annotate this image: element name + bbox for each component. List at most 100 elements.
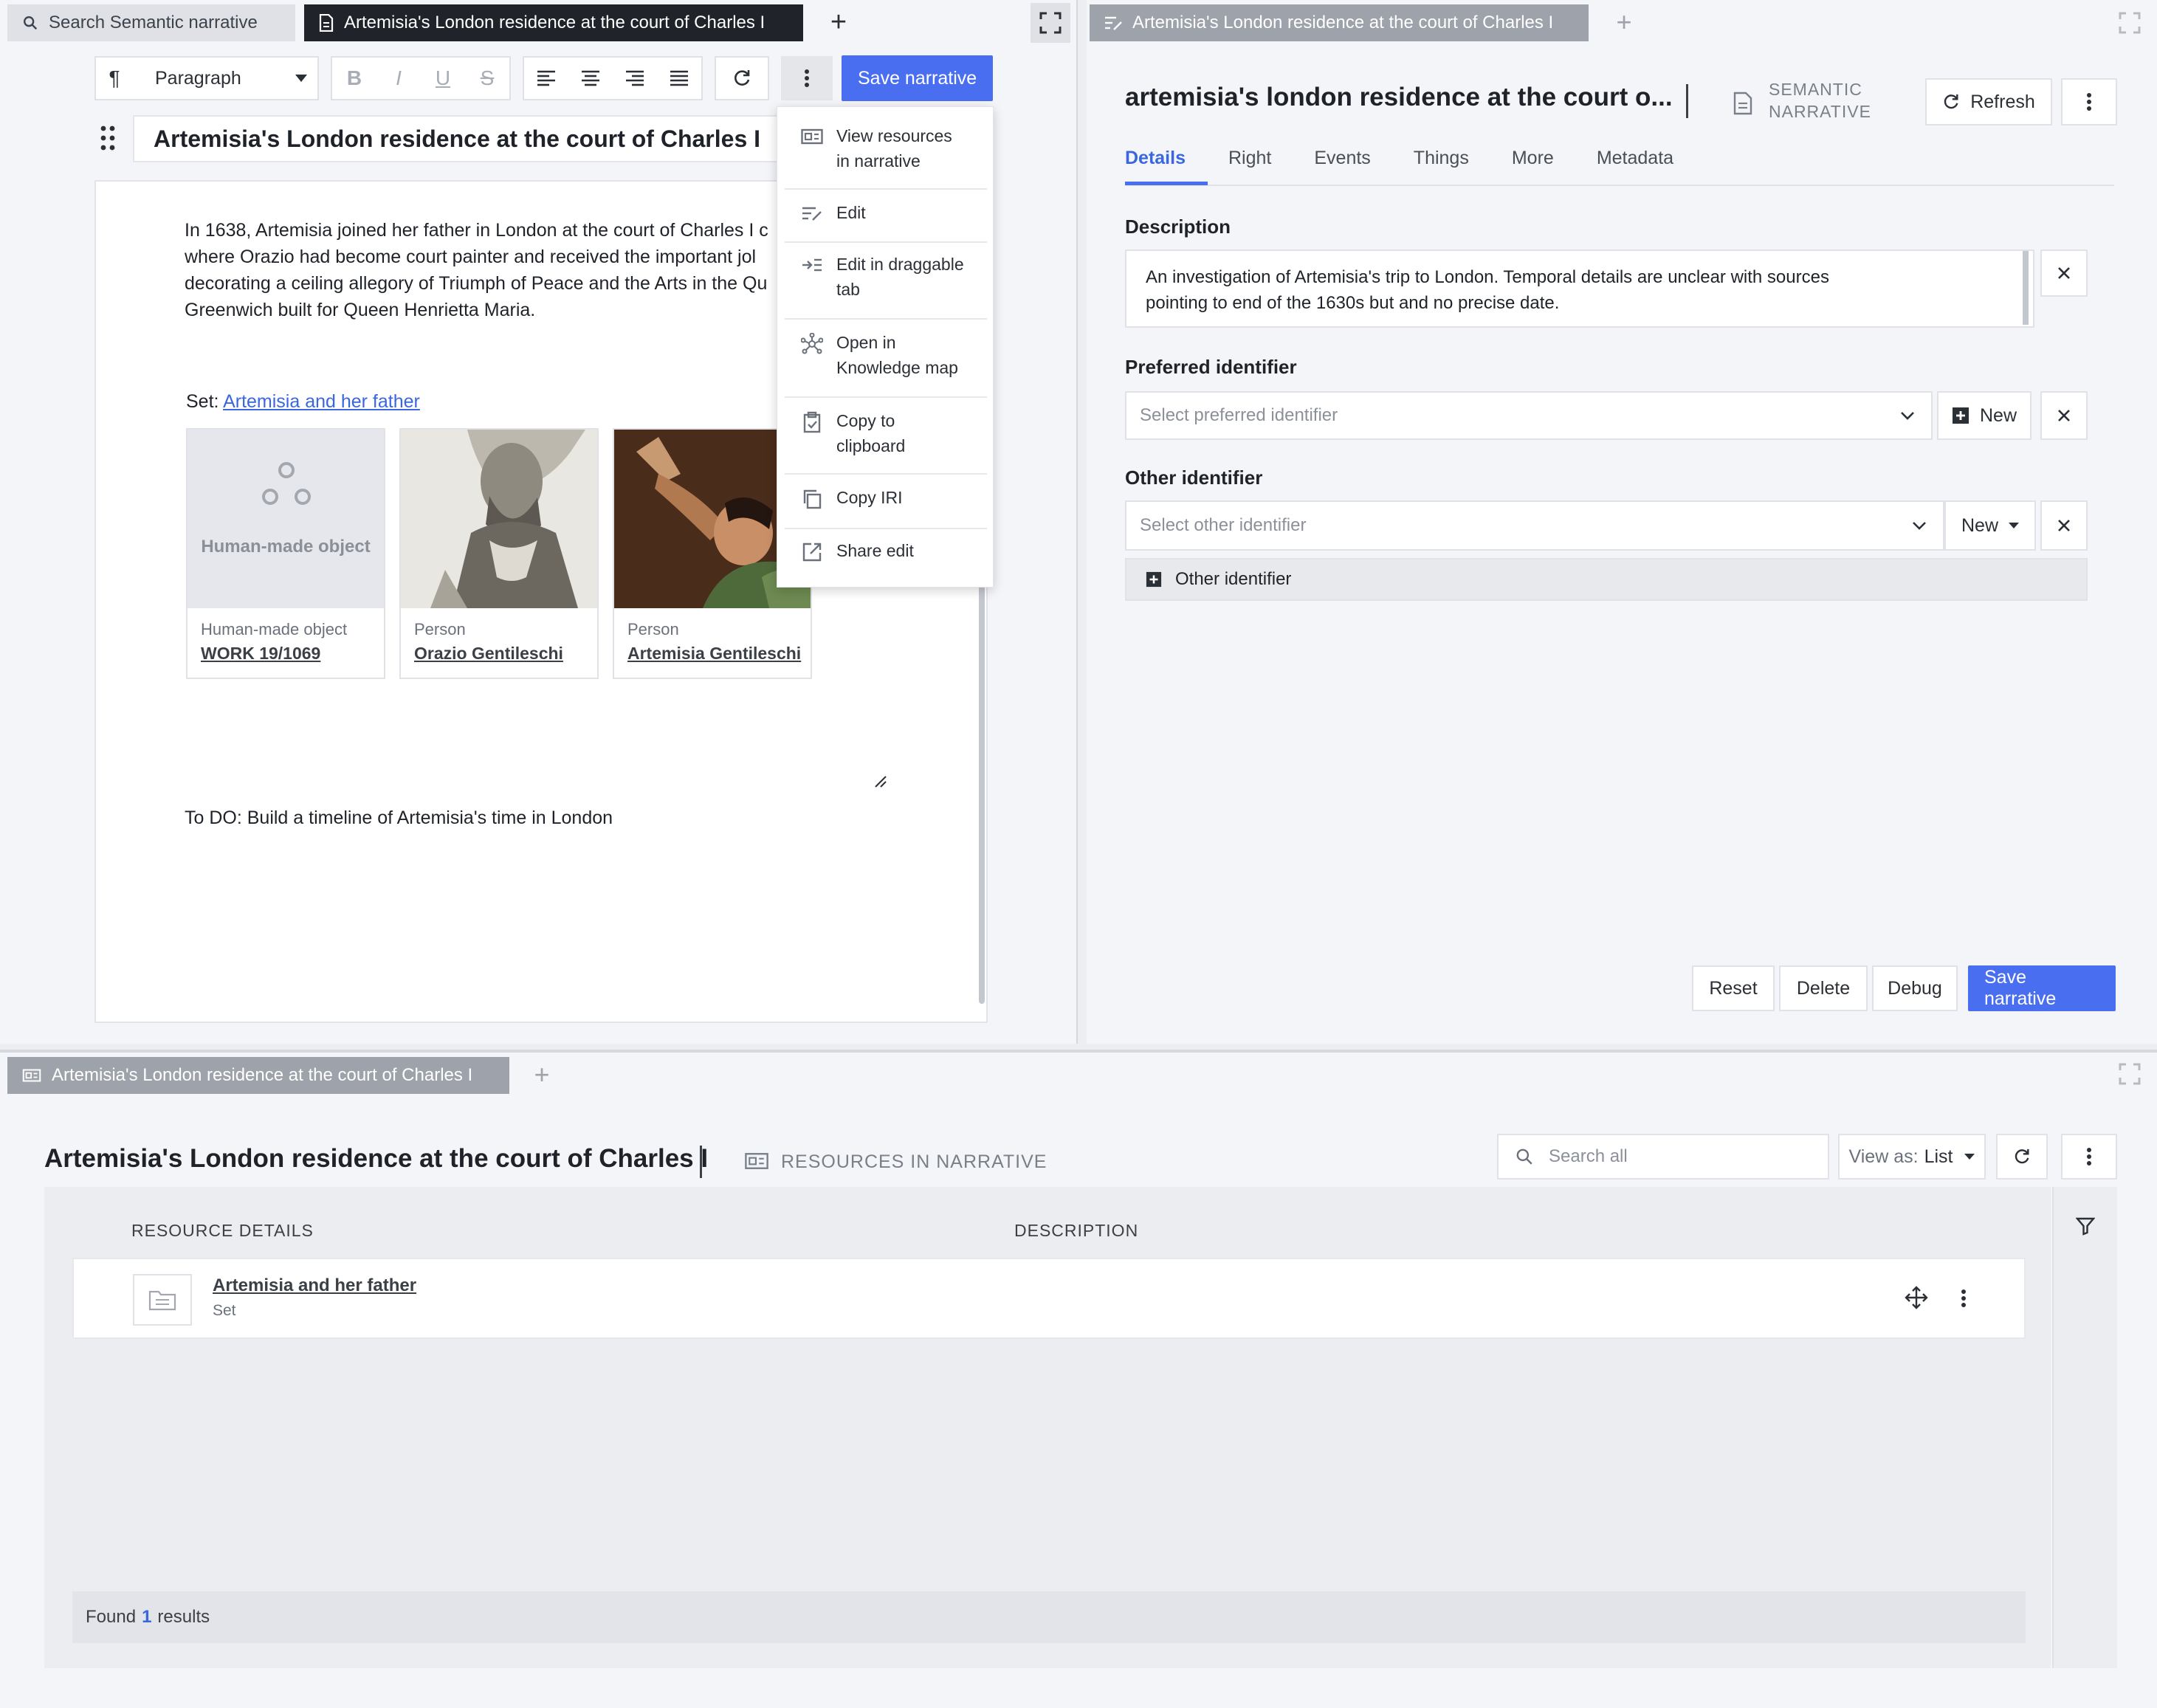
maximize-button[interactable] xyxy=(2110,3,2150,43)
maximize-button[interactable] xyxy=(1031,3,1070,43)
add-tab-button[interactable]: + xyxy=(526,1059,558,1089)
resource-card[interactable]: Person Orazio Gentileschi xyxy=(399,428,599,679)
block-type-select[interactable]: ¶ Paragraph xyxy=(94,56,319,100)
subtab-metadata[interactable]: Metadata xyxy=(1597,148,1673,189)
refresh-button[interactable] xyxy=(1996,1134,2048,1180)
menu-item-view-resources[interactable]: View resources in narrative xyxy=(777,123,994,173)
align-right-button[interactable] xyxy=(613,58,657,99)
editor-toolbar: ¶ Paragraph B I U S Save narrative xyxy=(94,55,994,101)
body-line: where Orazio had become court painter an… xyxy=(185,247,757,267)
clear-other-button[interactable] xyxy=(2040,500,2088,551)
align-justify-button[interactable] xyxy=(657,58,701,99)
card-placeholder-label: Human-made object xyxy=(201,537,371,557)
save-narrative-button[interactable]: Save narrative xyxy=(842,55,994,101)
expand-icon xyxy=(1039,12,1062,34)
subtab-more[interactable]: More xyxy=(1512,148,1554,189)
title-divider xyxy=(700,1146,702,1178)
save-narrative-button[interactable]: Save narrative xyxy=(1968,965,2116,1011)
clipboard-icon xyxy=(801,411,823,433)
menu-item-edit-draggable[interactable]: Edit in draggable tab xyxy=(777,252,994,302)
card-link[interactable]: Artemisia Gentileschi xyxy=(627,644,801,664)
reset-button[interactable]: Reset xyxy=(1692,965,1775,1011)
set-link[interactable]: Artemisia and her father xyxy=(223,391,420,412)
strikethrough-button[interactable]: S xyxy=(465,58,509,99)
debug-button[interactable]: Debug xyxy=(1872,965,1958,1011)
found-prefix: Found xyxy=(86,1607,137,1627)
card-link[interactable]: Orazio Gentileschi xyxy=(414,644,563,664)
card-link[interactable]: WORK 19/1069 xyxy=(201,644,320,664)
align-right-icon xyxy=(626,70,644,86)
card-placeholder: Human-made object xyxy=(188,430,384,608)
resize-grip-icon[interactable] xyxy=(874,775,887,788)
menu-separator xyxy=(785,528,987,529)
chevron-down-icon xyxy=(1900,411,1915,420)
other-identifier-select[interactable]: Select other identifier xyxy=(1125,500,1944,551)
caret-down-icon xyxy=(295,75,307,82)
new-identifier-button[interactable]: New xyxy=(1937,391,2032,440)
filter-icon[interactable] xyxy=(2076,1216,2095,1236)
clear-description-button[interactable] xyxy=(2040,249,2088,297)
resource-type-badge: SEMANTIC NARRATIVE xyxy=(1769,78,1871,123)
resources-title: Artemisia's London residence at the cour… xyxy=(44,1144,709,1173)
caret-down-icon xyxy=(2009,523,2019,528)
menu-item-label: tab xyxy=(836,280,860,299)
document-icon xyxy=(319,14,334,32)
preferred-identifier-select[interactable]: Select preferred identifier xyxy=(1125,391,1933,440)
textarea-scrollbar[interactable] xyxy=(2023,251,2029,325)
row-title-link[interactable]: Artemisia and her father xyxy=(213,1275,416,1296)
align-center-button[interactable] xyxy=(568,58,613,99)
subtab-right[interactable]: Right xyxy=(1228,148,1271,189)
new-other-identifier-dropdown[interactable]: New xyxy=(1944,500,2036,551)
more-options-button[interactable] xyxy=(2061,78,2117,125)
resource-card[interactable]: Human-made object Human-made object WORK… xyxy=(186,428,385,679)
human-made-object-icon xyxy=(261,462,312,506)
tab-resources-in-narrative[interactable]: Artemisia's London residence at the cour… xyxy=(7,1057,509,1094)
search-placeholder: Search all xyxy=(1549,1146,1628,1166)
plus-box-icon xyxy=(1952,407,1969,424)
menu-item-label: Copy IRI xyxy=(836,488,903,507)
paragraph-icon: ¶ xyxy=(109,66,120,89)
tab-resource-details[interactable]: Artemisia's London residence at the cour… xyxy=(1090,4,1589,41)
refresh-icon xyxy=(735,70,750,86)
row-kebab-icon[interactable] xyxy=(1961,1289,1967,1308)
table-row[interactable]: Artemisia and her father Set xyxy=(72,1258,2026,1339)
refresh-button[interactable]: Refresh xyxy=(1925,78,2052,125)
description-textarea[interactable]: An investigation of Artemisia's trip to … xyxy=(1125,249,2034,328)
menu-item-copy-iri[interactable]: Copy IRI xyxy=(777,485,994,510)
tab-search-semantic-narrative[interactable]: Search Semantic narrative xyxy=(7,4,295,41)
tab-label: Artemisia's London residence at the cour… xyxy=(1132,13,1554,32)
menu-item-copy-clipboard[interactable]: Copy to clipboard xyxy=(777,408,994,458)
italic-button[interactable]: I xyxy=(376,58,421,99)
align-left-button[interactable] xyxy=(524,58,568,99)
maximize-button[interactable] xyxy=(2110,1054,2150,1094)
menu-item-knowledge-map[interactable]: Open in Knowledge map xyxy=(777,330,994,380)
underline-button[interactable]: U xyxy=(421,58,465,99)
subtab-events[interactable]: Events xyxy=(1314,148,1370,189)
menu-item-edit[interactable]: Edit xyxy=(777,200,994,225)
format-group: B I U S xyxy=(331,56,511,100)
close-icon xyxy=(2057,266,2071,280)
refresh-button[interactable] xyxy=(716,58,768,99)
tab-label: Search Semantic narrative xyxy=(49,13,258,32)
menu-item-label: Knowledge map xyxy=(836,358,958,377)
align-justify-icon xyxy=(670,70,688,86)
add-tab-button[interactable]: + xyxy=(1608,7,1640,37)
search-all-input[interactable]: Search all xyxy=(1497,1134,1829,1180)
resources-icon xyxy=(22,1068,41,1083)
add-other-identifier-button[interactable]: Other identifier xyxy=(1125,558,2088,601)
clear-preferred-button[interactable] xyxy=(2040,391,2088,440)
preferred-identifier-label: Preferred identifier xyxy=(1125,356,1297,378)
bold-button[interactable]: B xyxy=(332,58,376,99)
subtab-things[interactable]: Things xyxy=(1414,148,1469,189)
more-options-button[interactable] xyxy=(2061,1134,2117,1180)
drag-handle-icon[interactable] xyxy=(100,125,115,151)
tab-narrative-editor[interactable]: Artemisia's London residence at the cour… xyxy=(304,4,803,41)
menu-item-share-edit[interactable]: Share edit xyxy=(777,538,994,563)
move-icon[interactable] xyxy=(1905,1286,1928,1309)
add-tab-button[interactable]: + xyxy=(821,7,856,38)
share-icon xyxy=(801,541,823,563)
delete-button[interactable]: Delete xyxy=(1779,965,1868,1011)
more-options-button[interactable] xyxy=(781,56,833,100)
tab-label: Artemisia's London residence at the cour… xyxy=(52,1065,473,1085)
view-as-dropdown[interactable]: View as: List xyxy=(1838,1134,1986,1180)
